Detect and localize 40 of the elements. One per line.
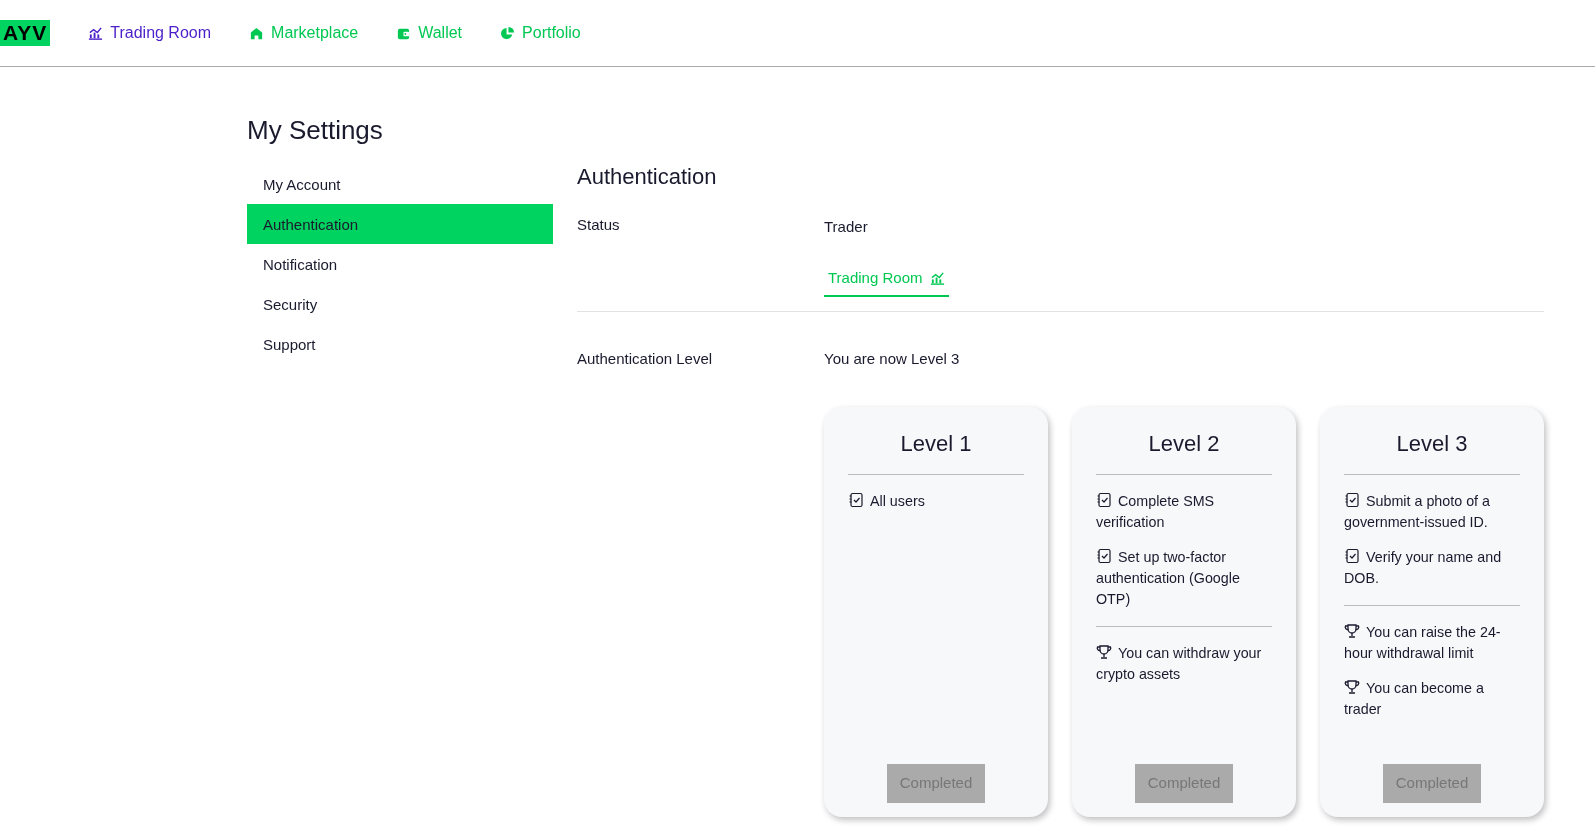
list-item: Set up two-factor authentication (Google OTP) [1096,546,1241,609]
trophy-icon [1344,622,1360,639]
list-item: You can raise the 24-hour withdrawal limit [1344,621,1502,663]
status-value: Trader [824,217,869,238]
sidebar-item[interactable]: Support [247,324,553,365]
sidebar-item[interactable]: Security [247,284,553,325]
card-title: Level 2 [1096,426,1272,475]
page-title: My Settings [247,115,384,147]
chart-icon [88,25,104,41]
checklist-icon [1344,547,1360,564]
field-label: Authentication Level [577,349,714,370]
card-title: Level 3 [1344,426,1520,475]
list-item: You can withdraw your crypto assets [1096,642,1263,684]
sidebar-item[interactable]: Authentication [247,204,553,245]
checklist-icon [1096,547,1112,564]
nav-link[interactable]: Marketplace [249,21,359,45]
list-item: Verify your name and DOB. [1344,546,1503,588]
list-item: Complete SMS verification [1096,490,1216,532]
nav-link[interactable]: Trading Room [88,21,212,45]
sidebar-item[interactable]: Notification [247,244,553,285]
trophy-icon [1344,678,1360,695]
sidebar-item[interactable]: My Account [247,164,553,205]
checklist-icon [848,491,864,508]
checklist-icon [1344,491,1360,508]
nav-link[interactable]: Wallet [396,21,463,45]
checklist-icon [1096,491,1112,508]
section-title: Authentication [577,164,718,191]
trading-room-link[interactable]: Trading Room [824,258,950,298]
field-label: Status [577,215,621,236]
list-item: All users [848,490,1024,512]
list-item: Submit a photo of a government-issued ID. [1344,490,1491,532]
logo: AYV [0,20,51,46]
pie-chart-icon [500,25,516,41]
list-item: You can become a trader [1344,677,1485,719]
chart-icon [930,270,946,286]
card-title: Level 1 [848,426,1024,475]
home-icon [249,25,265,41]
nav-link[interactable]: Portfolio [500,21,581,45]
level-value: You are now Level 3 [824,349,961,370]
trophy-icon [1096,643,1112,660]
